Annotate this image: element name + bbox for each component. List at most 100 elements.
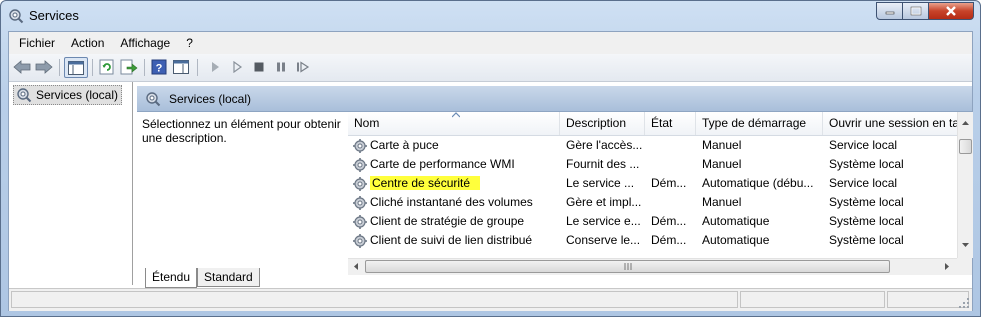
scroll-down-icon[interactable]	[959, 240, 972, 250]
minimize-button[interactable]	[876, 2, 903, 20]
cell-name: Centre de sécurité	[348, 174, 560, 193]
column-header-ouvrir-session[interactable]: Ouvrir une session en ta	[823, 112, 957, 135]
status-segment	[11, 291, 738, 308]
tab-standard[interactable]: Standard	[197, 268, 260, 287]
back-icon	[13, 60, 31, 74]
service-gear-icon	[353, 139, 367, 153]
service-name: Carte de performance WMI	[370, 157, 515, 171]
status-segment	[887, 291, 969, 308]
toolbar-separator	[92, 59, 93, 76]
table-row[interactable]: Carte à puce Gère l'accès... Manuel Service…	[348, 136, 957, 155]
stop-service-button[interactable]	[249, 57, 269, 77]
menu-action[interactable]: Action	[65, 33, 110, 53]
cell-startup: Manuel	[702, 195, 742, 209]
resize-grip-icon[interactable]	[958, 297, 970, 309]
tab-etendu[interactable]: Étendu	[145, 268, 198, 288]
start-service-button[interactable]	[205, 57, 225, 77]
column-header-type-demarrage[interactable]: Type de démarrage	[696, 112, 823, 135]
service-name: Cliché instantané des volumes	[370, 195, 533, 209]
start-service-alt-icon	[233, 61, 243, 73]
status-segment	[740, 291, 885, 308]
services-list: Nom Description État Type de démarrage O…	[348, 112, 973, 276]
services-icon	[146, 91, 161, 106]
description-prompt: Sélectionnez un élément pour obtenir une…	[142, 117, 341, 145]
cell-name: Client de suivi de lien distribué	[348, 231, 560, 250]
cell-description: Fournit des ...	[566, 157, 640, 171]
content-pane: Services (local) Sélectionnez un élément…	[137, 82, 973, 285]
title-bar[interactable]: Services	[1, 1, 980, 31]
content-header-title: Services (local)	[169, 91, 252, 106]
close-button[interactable]	[929, 2, 974, 20]
cell-logon: Service local	[829, 176, 898, 190]
service-gear-icon	[353, 177, 367, 191]
svg-text:?: ?	[156, 63, 163, 75]
view-tabs: Étendu Standard	[137, 268, 972, 290]
table-row[interactable]: Client de suivi de lien distribué Conserv…	[348, 231, 957, 250]
export-list-button[interactable]	[119, 57, 139, 77]
service-name: Carte à puce	[370, 138, 439, 152]
cell-startup: Manuel	[702, 157, 742, 171]
toolbar-separator	[197, 59, 198, 76]
cell-logon: Système local	[829, 214, 904, 228]
menu-help[interactable]: ?	[180, 33, 199, 53]
column-header-description[interactable]: Description	[560, 112, 645, 135]
cell-startup: Automatique (débu...	[702, 176, 814, 190]
table-row[interactable]: Centre de sécurité Le service ... Dém... Au…	[348, 174, 957, 193]
forward-button[interactable]	[34, 57, 54, 77]
table-row[interactable]: Cliché instantané des volumes Gère et imp…	[348, 193, 957, 212]
properties-pane-button[interactable]	[171, 57, 191, 77]
services-icon	[17, 88, 32, 103]
help-button[interactable]: ?	[149, 57, 169, 77]
help-icon: ?	[151, 59, 167, 75]
cell-description: Le service e...	[566, 214, 641, 228]
minimize-icon	[885, 11, 894, 15]
refresh-button[interactable]	[97, 57, 117, 77]
export-list-icon	[120, 59, 138, 75]
vertical-scrollbar[interactable]	[957, 112, 973, 258]
pause-service-button[interactable]	[271, 57, 291, 77]
cell-logon: Système local	[829, 233, 904, 247]
scroll-up-icon[interactable]	[959, 118, 972, 128]
back-button[interactable]	[12, 57, 32, 77]
tree-item-label: Services (local)	[36, 88, 119, 102]
menu-affichage[interactable]: Affichage	[114, 33, 176, 53]
cell-logon: Service local	[829, 138, 898, 152]
stop-service-icon	[254, 62, 264, 72]
start-service-icon	[212, 62, 219, 72]
column-header-nom[interactable]: Nom	[348, 112, 560, 135]
start-service-alt-button[interactable]	[227, 57, 247, 77]
tree-item-services-local[interactable]: Services (local)	[13, 85, 123, 105]
menu-fichier[interactable]: Fichier	[13, 33, 61, 53]
cell-state	[645, 136, 696, 155]
table-row[interactable]: Carte de performance WMI Fournit des ... M…	[348, 155, 957, 174]
close-icon	[946, 6, 956, 16]
column-header-label: Description	[566, 116, 627, 130]
cell-description: Conserve le...	[566, 233, 641, 247]
service-name: Client de stratégie de groupe	[370, 214, 525, 228]
vertical-scroll-thumb[interactable]	[959, 139, 972, 154]
cell-state: Dém...	[651, 233, 687, 247]
service-gear-icon	[353, 196, 367, 210]
console-tree: Services (local)	[9, 82, 133, 285]
services-window: Services Fichier Action Affichage ? ? Se…	[0, 0, 981, 317]
cell-state	[645, 155, 696, 174]
table-row[interactable]: Client de stratégie de groupe Le service …	[348, 212, 957, 231]
window-title: Services	[29, 8, 79, 23]
cell-name: Client de stratégie de groupe	[348, 212, 560, 231]
column-header-row: Nom Description État Type de démarrage O…	[348, 112, 957, 136]
column-header-label: Nom	[354, 116, 380, 130]
menu-bar: Fichier Action Affichage ?	[9, 32, 972, 54]
service-gear-icon	[353, 234, 367, 248]
pause-service-icon	[277, 62, 285, 72]
sort-ascending-icon	[452, 112, 460, 118]
column-header-etat[interactable]: État	[645, 112, 696, 135]
show-console-tree-button[interactable]	[64, 57, 88, 78]
cell-startup: Automatique	[702, 214, 770, 228]
status-bar	[9, 288, 972, 311]
cell-name: Cliché instantané des volumes	[348, 193, 560, 212]
cell-name: Carte à puce	[348, 136, 560, 155]
client-area: Fichier Action Affichage ? ? Services (l…	[8, 31, 973, 311]
column-header-label: État	[651, 116, 673, 130]
restart-service-button[interactable]	[293, 57, 313, 77]
maximize-button[interactable]	[903, 2, 929, 20]
